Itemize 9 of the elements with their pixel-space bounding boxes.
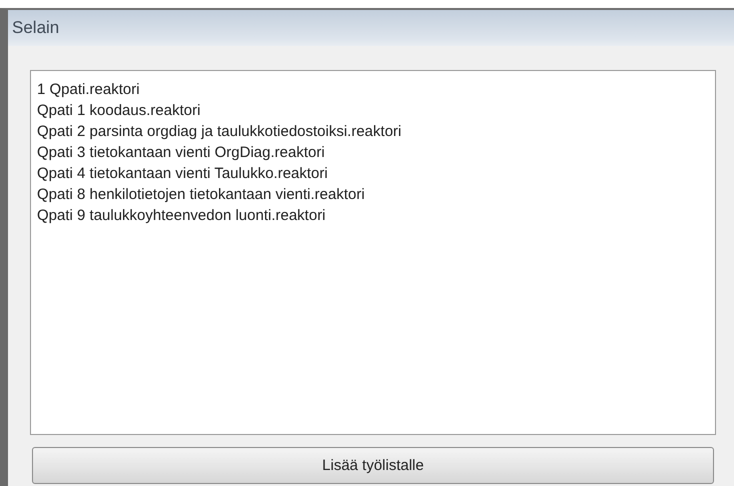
list-item[interactable]: Qpati 2 parsinta orgdiag ja taulukkotiedostoiksi.reaktori	[37, 121, 402, 142]
list-item[interactable]: Qpati 8 henkilotietojen tietokantaan vienti.reaktori	[37, 184, 365, 205]
panel-title: Selain	[12, 18, 60, 38]
list-item[interactable]: Qpati 1 koodaus.reaktori	[37, 100, 200, 121]
list-item[interactable]: Qpati 4 tietokantaan vienti Taulukko.reaktori	[37, 163, 328, 184]
list-item[interactable]: Qpati 9 taulukkoyhteenvedon luonti.reaktori	[37, 205, 326, 226]
list-item[interactable]: 1 Qpati.reaktori	[37, 79, 140, 100]
add-button[interactable]: Lisää työlistalle	[32, 447, 714, 484]
list-item[interactable]: Qpati 3 tietokantaan vienti OrgDiag.reaktori	[37, 142, 325, 163]
